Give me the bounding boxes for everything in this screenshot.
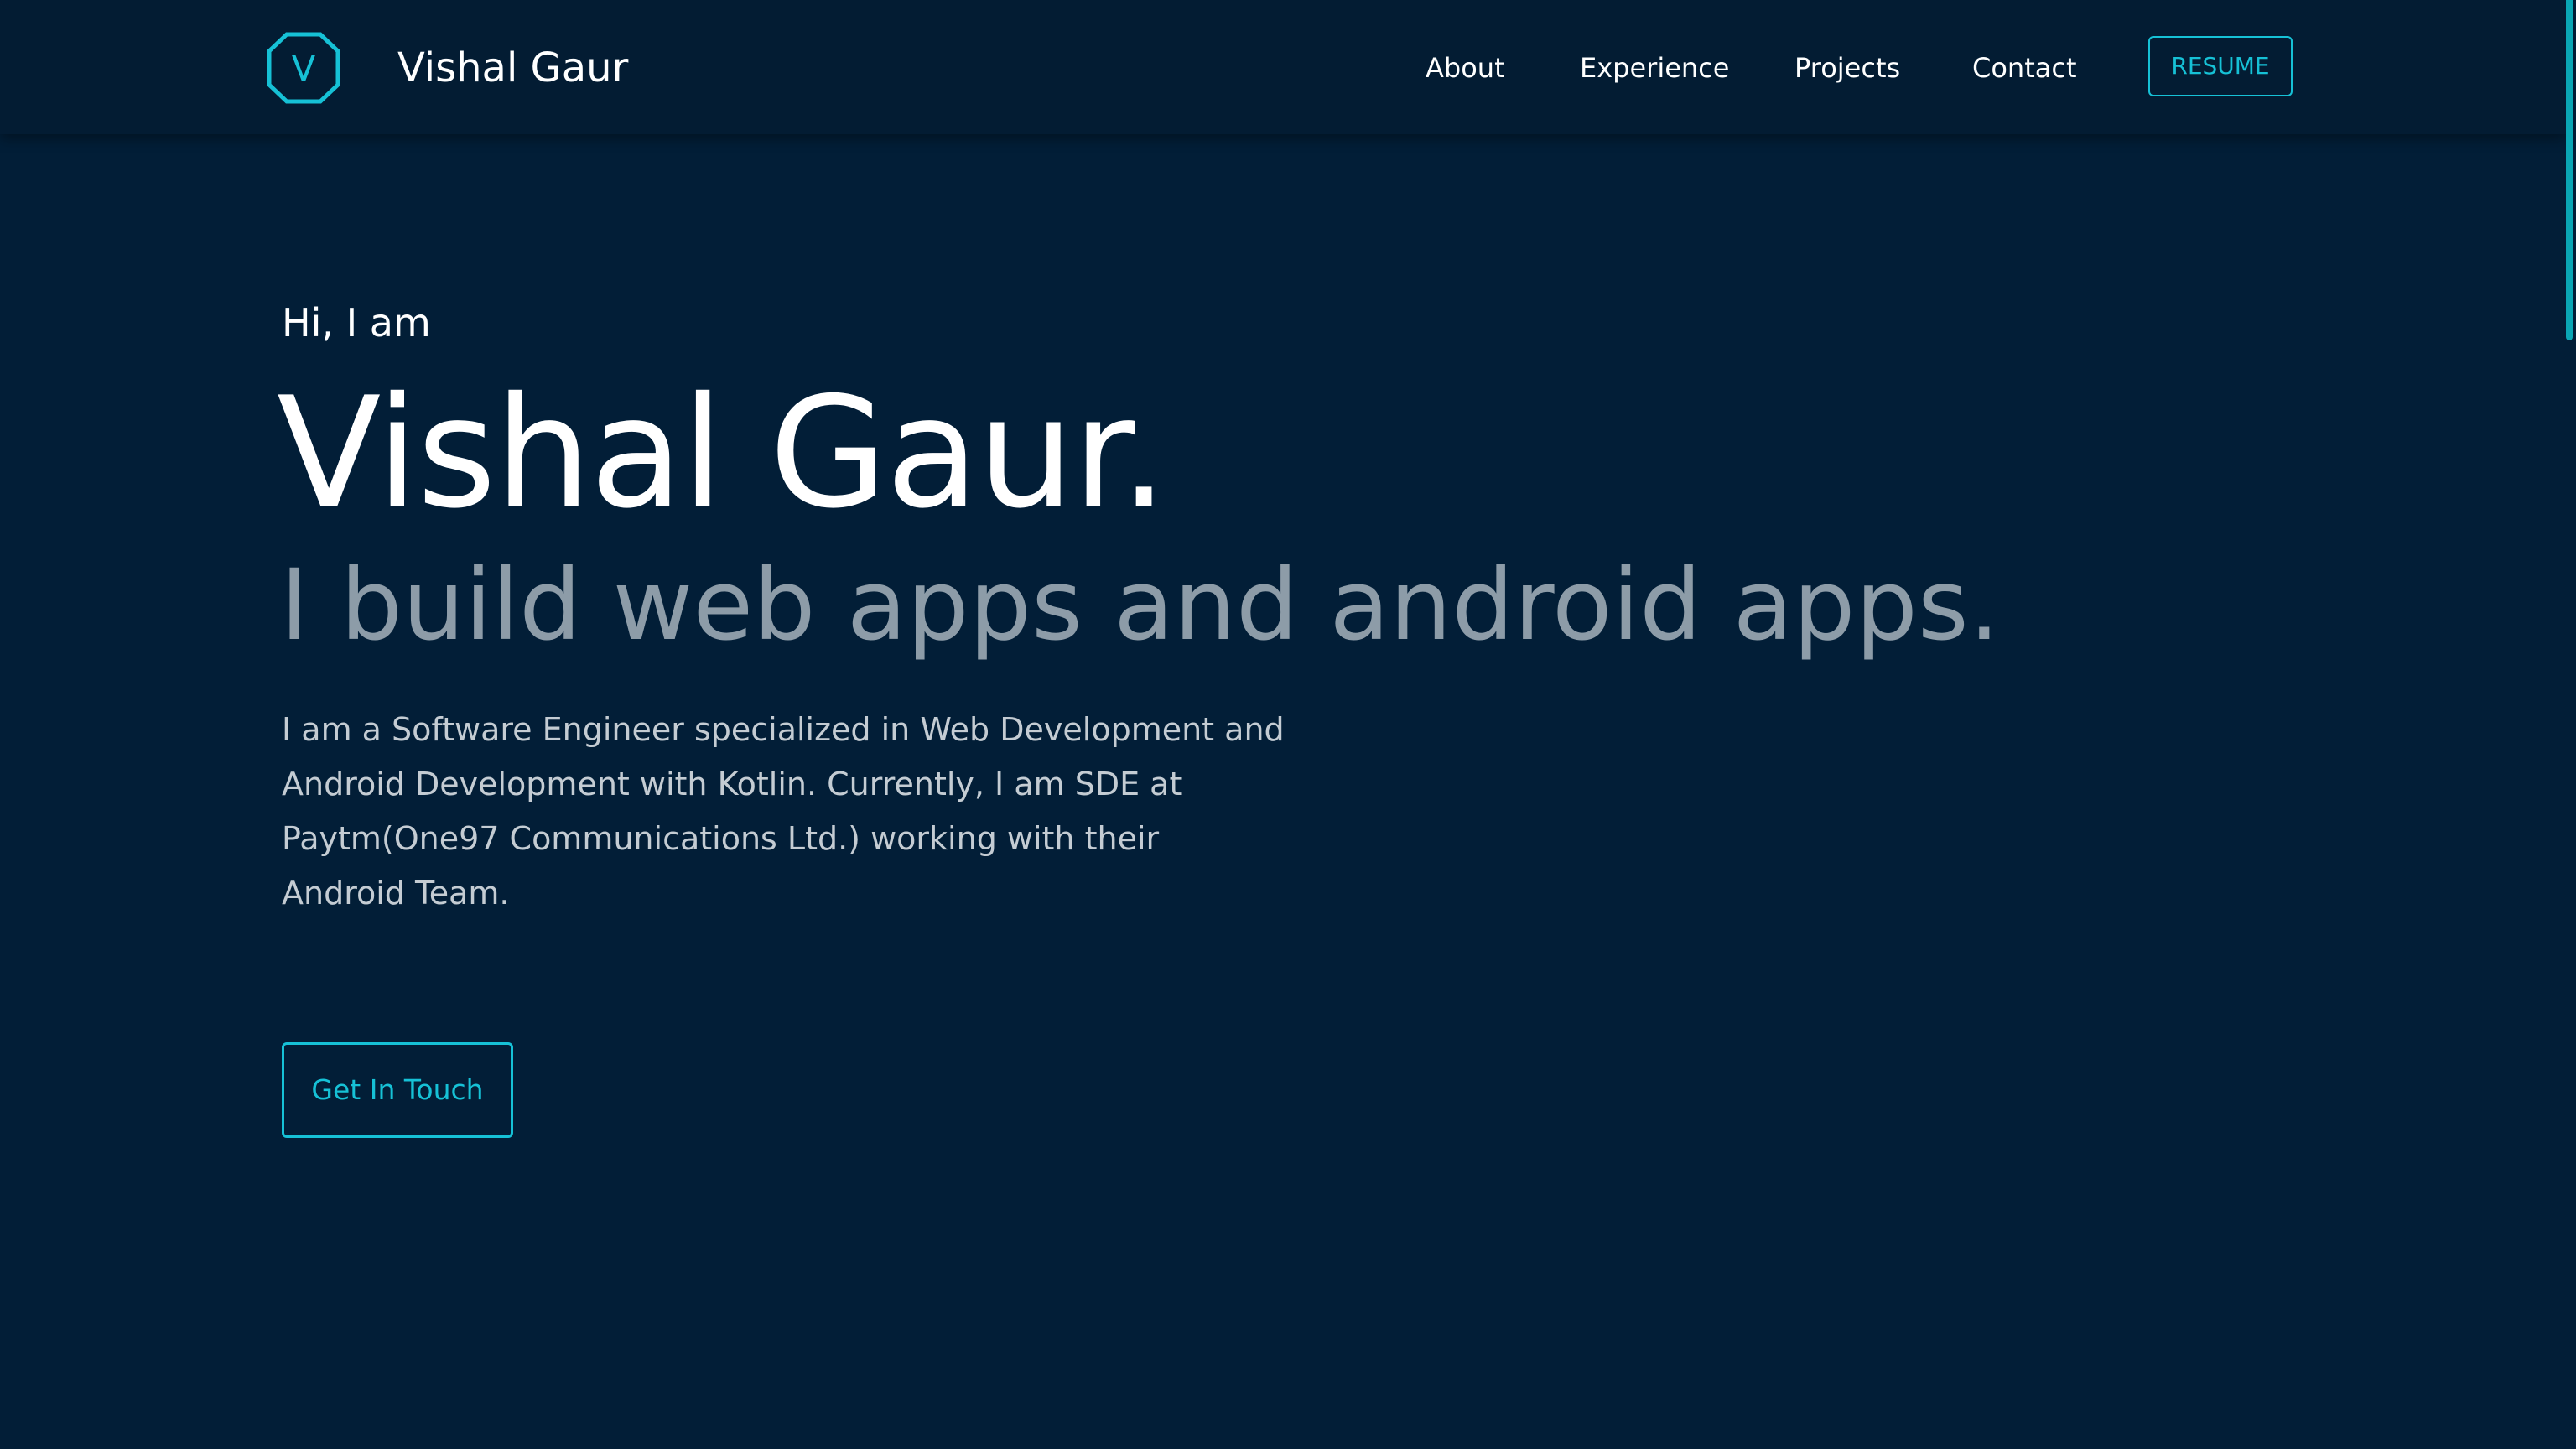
scrollbar-thumb[interactable] xyxy=(2566,0,2573,340)
logo-letter: V xyxy=(292,48,316,89)
nav-link-experience[interactable]: Experience xyxy=(1580,50,1729,86)
hero-name: Vishal Gaur. xyxy=(277,364,1168,542)
logo-icon[interactable]: V xyxy=(267,32,340,104)
get-in-touch-button[interactable]: Get In Touch xyxy=(282,1042,513,1138)
hero-greeting: Hi, I am xyxy=(282,300,431,345)
brand-name[interactable]: Vishal Gaur xyxy=(397,40,628,96)
hero-bio: I am a Software Engineer specialized in … xyxy=(282,711,1285,911)
nav-link-projects[interactable]: Projects xyxy=(1794,50,1900,86)
nav-link-contact[interactable]: Contact xyxy=(1972,50,2077,86)
hero-tagline: I build web apps and android apps. xyxy=(280,548,2000,662)
nav-link-about[interactable]: About xyxy=(1426,50,1505,86)
resume-button[interactable]: RESUME xyxy=(2148,36,2293,96)
top-navbar: V Vishal Gaur About Experience Projects … xyxy=(0,0,2566,134)
